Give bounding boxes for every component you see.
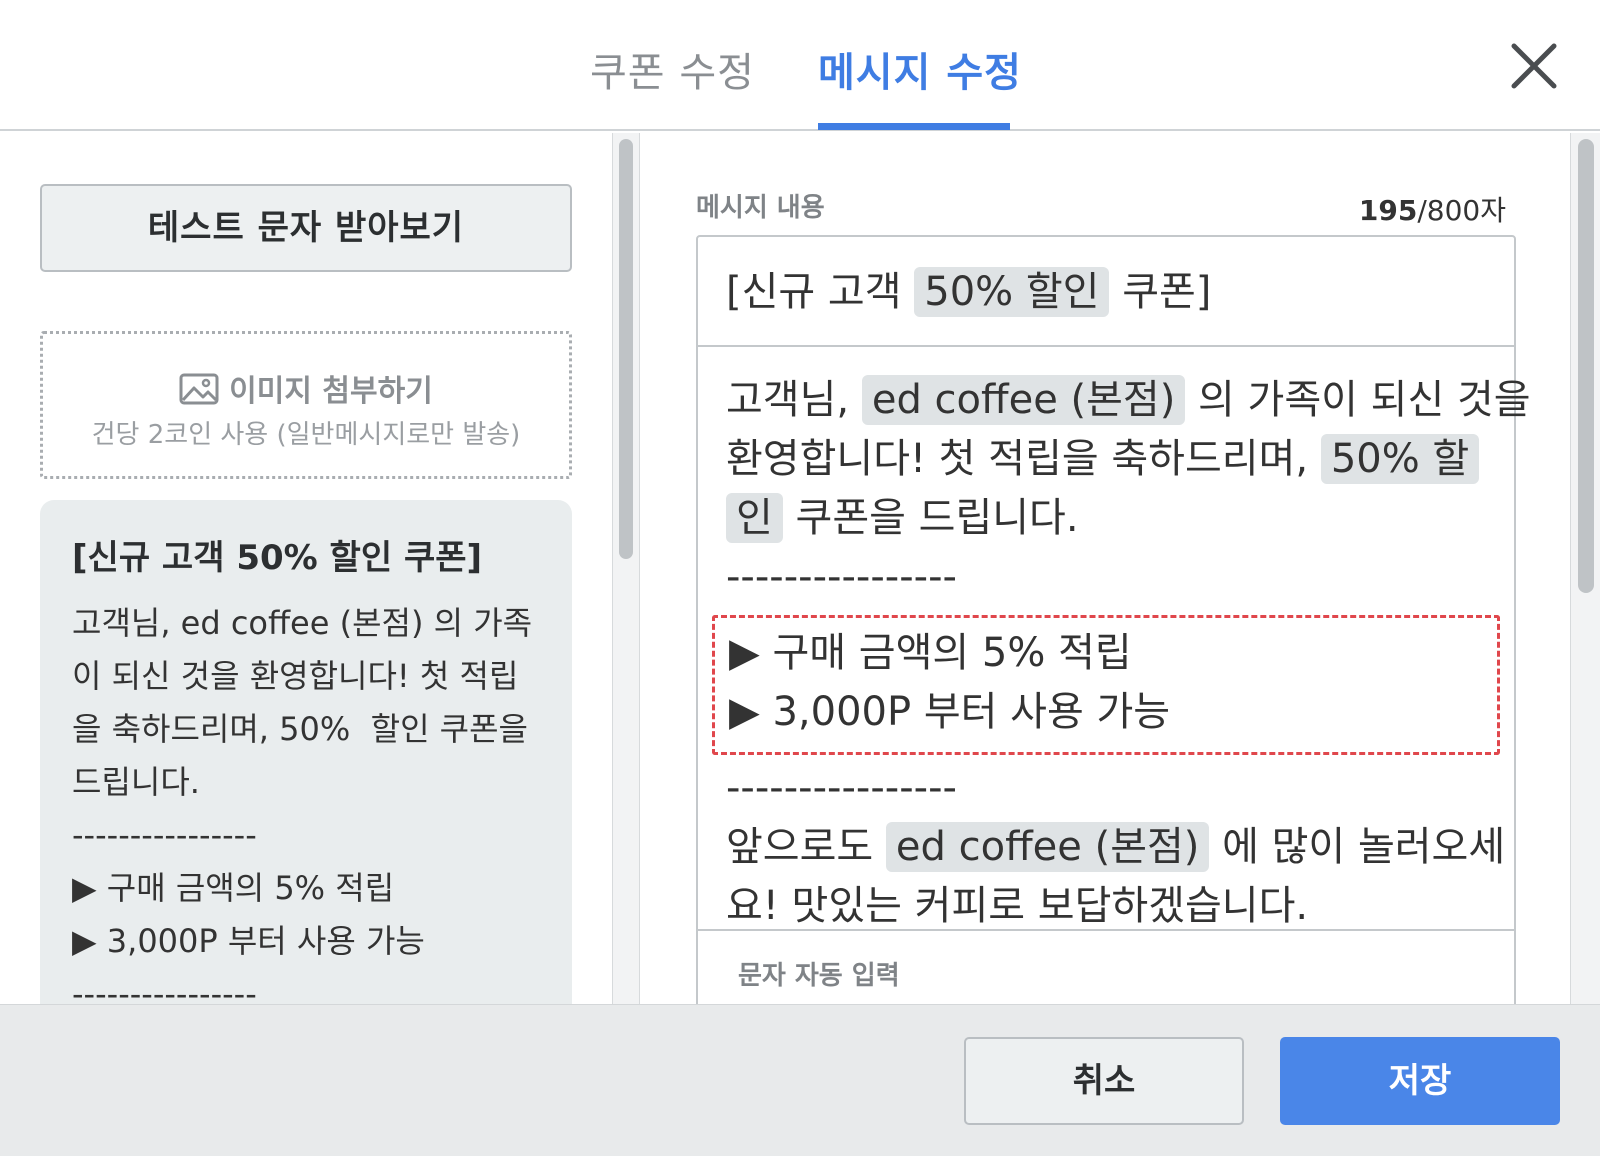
store-variable-chip[interactable]: ed coffee (본점) [885,822,1210,872]
right-scrollbar-thumb[interactable] [1578,139,1594,593]
attach-title-text: 이미지 첨부하기 [229,374,433,409]
benefit-bullet-1: ▶ 구매 금액의 5% 적립 [729,630,1132,676]
message-body-field[interactable]: 고객님, ed coffee (본점) 의 가족이 되신 것을 환영합니다! 첫… [698,349,1531,929]
divider-dashes: ---------------- [726,765,957,811]
message-preview: [신규 고객 50% 할인 쿠폰] 고객님, ed coffee (본점) 의 … [40,500,572,1004]
discount-variable-chip[interactable]: 50% 할 [1320,434,1480,484]
body-line-1: 고객님, ed coffee (본점) 의 가족이 되신 것을 [726,371,1531,430]
discount-variable-chip[interactable]: 50% 할인 [914,267,1110,317]
message-content-label: 메시지 내용 [696,193,825,223]
body-text: 의 가족이 되신 것을 [1185,377,1531,423]
close-button[interactable] [1508,40,1560,92]
char-count: 195/800자 [1359,189,1506,229]
tab-message-edit[interactable]: 메시지 수정 [818,40,1022,98]
body-text: 쿠폰을 드립니다. [782,495,1079,541]
title-prefix: [신규 고객 [726,269,915,315]
preview-title: [신규 고객 50% 할인 쿠폰] [72,538,483,578]
right-panel: 메시지 내용 195/800자 [신규 고객 50% 할인 쿠폰] 고객님, e… [640,133,1570,1004]
auto-input-label: 문자 자동 입력 [738,961,900,991]
body-line-4: 앞으로도 ed coffee (본점) 에 많이 놀러오세 [726,818,1505,877]
auto-input-section: 문자 자동 입력 [698,929,1514,1004]
left-scrollbar-thumb[interactable] [619,139,633,559]
image-attach-area[interactable]: 이미지 첨부하기 건당 2코인 사용 (일반메시지로만 발송) [40,331,572,479]
close-icon [1511,43,1557,89]
tab-coupon-edit[interactable]: 쿠폰 수정 [590,40,755,98]
body-text: 환영합니다! 첫 적립을 축하드리며, [726,436,1321,482]
body-text: 고객님, [726,377,862,423]
body-line-3: 인 쿠폰을 드립니다. [726,489,1486,548]
store-variable-chip[interactable]: ed coffee (본점) [861,375,1186,425]
image-icon [179,373,219,405]
modal-footer: 취소 저장 [0,1004,1600,1156]
test-message-button[interactable]: 테스트 문자 받아보기 [40,184,572,272]
attach-subtitle: 건당 2코인 사용 (일반메시지로만 발송) [91,420,521,450]
left-panel: 테스트 문자 받아보기 이미지 첨부하기 건당 2코인 사용 (일반메시지로만 … [0,133,612,1004]
active-tab-indicator [818,123,1010,130]
save-button[interactable]: 저장 [1280,1037,1560,1125]
body-line-2: 환영합니다! 첫 적립을 축하드리며, 50% 할 [726,430,1486,489]
message-title-field[interactable]: [신규 고객 50% 할인 쿠폰] [698,237,1514,347]
modal-header: 쿠폰 수정 메시지 수정 [0,0,1600,131]
benefit-block-highlight: ▶ 구매 금액의 5% 적립 ▶ 3,000P 부터 사용 가능 [712,615,1500,755]
body-text: 앞으로도 [726,824,886,870]
discount-variable-chip[interactable]: 인 [726,493,783,543]
cancel-button[interactable]: 취소 [964,1037,1244,1125]
divider-dashes: ---------------- [726,554,957,600]
body-text: 에 많이 놀러오세 [1209,824,1506,870]
right-scrollbar[interactable] [1570,133,1600,1004]
char-count-current: 195 [1358,194,1418,227]
char-count-max: /800자 [1417,194,1506,227]
benefit-bullet-2: ▶ 3,000P 부터 사용 가능 [729,689,1171,735]
attach-title: 이미지 첨부하기 [43,366,569,410]
body-line-5: 요! 맛있는 커피로 보답하겠습니다. [726,883,1309,929]
message-editor[interactable]: [신규 고객 50% 할인 쿠폰] 고객님, ed coffee (본점) 의 … [696,235,1531,1004]
left-scrollbar[interactable] [612,133,640,1004]
preview-body: 고객님, ed coffee (본점) 의 가족이 되신 것을 환영합니다! 첫… [72,604,533,1004]
title-suffix: 쿠폰] [1109,269,1212,315]
